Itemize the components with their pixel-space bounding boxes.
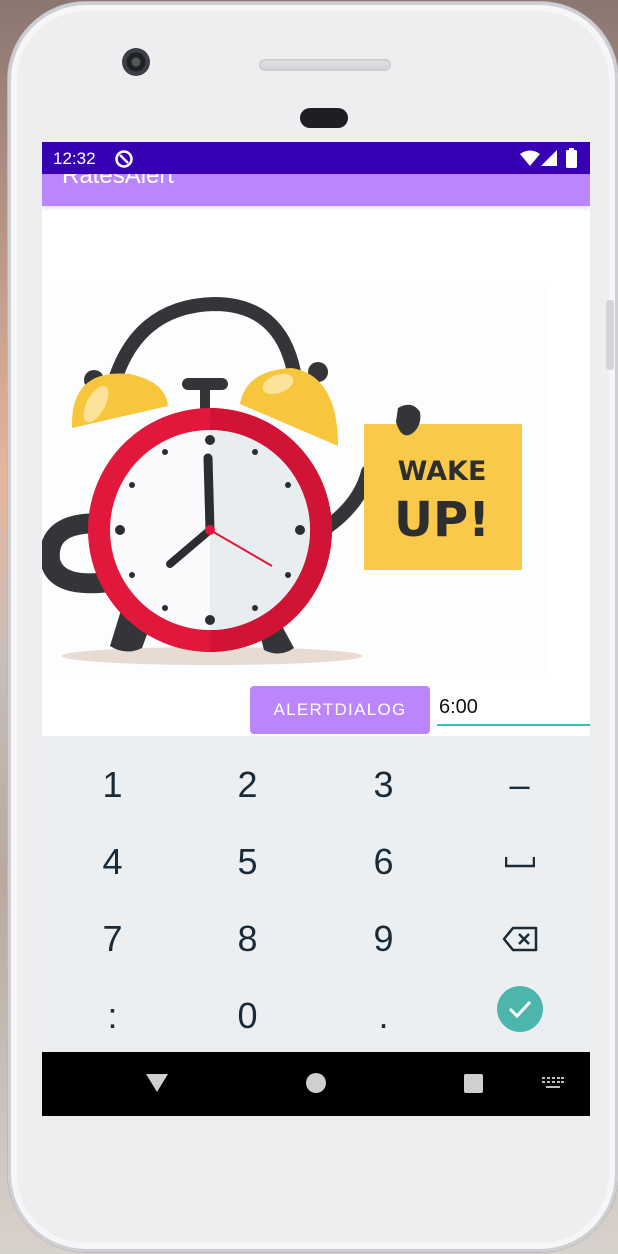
key-minus[interactable]: – [451, 746, 588, 823]
key-8[interactable]: 8 [179, 900, 316, 977]
device-screen: 12:32 RatesAlert WAKE UP! ALERTDIALOG 6:… [42, 142, 590, 1116]
alarm-clock-illustration: WAKE UP! [42, 282, 547, 674]
key-done[interactable] [451, 970, 588, 1047]
key-period[interactable]: . [315, 977, 452, 1054]
app-title: RatesAlert [62, 174, 175, 189]
key-4[interactable]: 4 [44, 823, 181, 900]
sign-text-up: UP! [394, 492, 490, 548]
space-icon [504, 856, 535, 867]
alarm-clock-image: WAKE UP! [42, 296, 522, 665]
back-icon[interactable] [146, 1074, 168, 1092]
power-button [606, 300, 614, 370]
numeric-keypad: 1 2 3 – 4 5 6 7 8 9 : 0 . [42, 736, 590, 1052]
key-2[interactable]: 2 [179, 746, 316, 823]
cell-signal-icon [541, 150, 557, 166]
status-bar: 12:32 [42, 142, 590, 174]
key-0[interactable]: 0 [179, 977, 316, 1054]
alertdialog-button[interactable]: ALERTDIALOG [250, 686, 430, 734]
key-1[interactable]: 1 [44, 746, 181, 823]
battery-icon [566, 148, 577, 168]
done-button[interactable] [496, 985, 543, 1032]
time-input[interactable] [437, 690, 590, 726]
check-icon [508, 1000, 531, 1018]
navigation-bar [42, 1052, 590, 1116]
key-colon[interactable]: : [44, 977, 181, 1054]
key-backspace[interactable] [451, 900, 588, 977]
status-time: 12:32 [53, 149, 96, 168]
earpiece-speaker [259, 59, 391, 71]
app-bar: RatesAlert [42, 174, 590, 206]
key-3[interactable]: 3 [315, 746, 452, 823]
key-7[interactable]: 7 [44, 900, 181, 977]
key-5[interactable]: 5 [179, 823, 316, 900]
keyboard-switch-icon[interactable] [542, 1077, 564, 1089]
key-6[interactable]: 6 [315, 823, 452, 900]
wifi-icon [520, 150, 540, 166]
proximity-sensor [300, 108, 348, 128]
key-9[interactable]: 9 [315, 900, 452, 977]
backspace-icon [502, 926, 537, 951]
front-camera [122, 48, 150, 76]
key-space[interactable] [451, 823, 588, 900]
recents-icon[interactable] [464, 1074, 483, 1093]
sign-text-wake: WAKE [398, 456, 487, 487]
data-saver-icon [115, 150, 133, 168]
home-icon[interactable] [306, 1073, 326, 1093]
